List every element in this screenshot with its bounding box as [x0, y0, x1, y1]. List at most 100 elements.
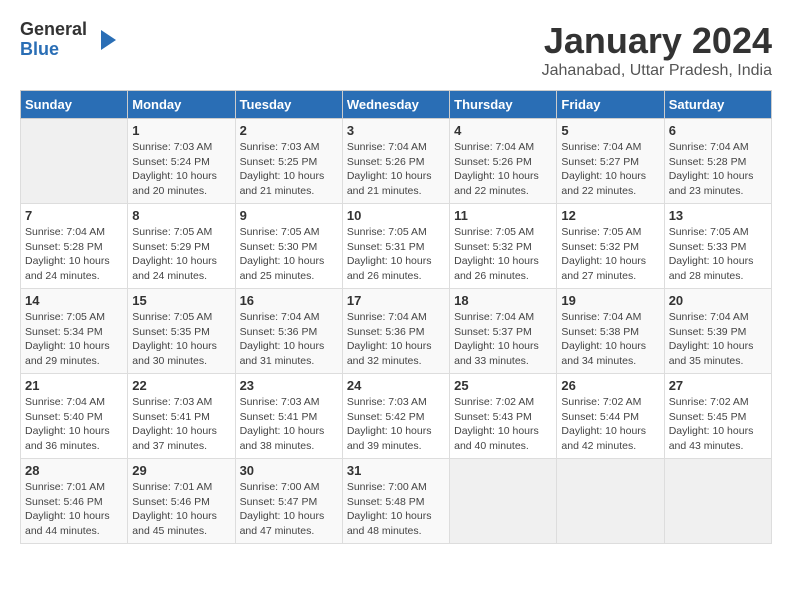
day-cell: 20 Sunrise: 7:04 AMSunset: 5:39 PMDaylig…: [664, 289, 771, 374]
day-info: Sunrise: 7:05 AMSunset: 5:33 PMDaylight:…: [669, 226, 754, 282]
col-header-wednesday: Wednesday: [342, 91, 449, 119]
day-info: Sunrise: 7:03 AMSunset: 5:24 PMDaylight:…: [132, 141, 217, 197]
day-info: Sunrise: 7:00 AMSunset: 5:47 PMDaylight:…: [240, 481, 325, 537]
day-number: 7: [25, 208, 123, 223]
logo-blue-text: Blue: [20, 40, 87, 60]
day-cell: 16 Sunrise: 7:04 AMSunset: 5:36 PMDaylig…: [235, 289, 342, 374]
day-info: Sunrise: 7:00 AMSunset: 5:48 PMDaylight:…: [347, 481, 432, 537]
col-header-sunday: Sunday: [21, 91, 128, 119]
day-info: Sunrise: 7:03 AMSunset: 5:42 PMDaylight:…: [347, 396, 432, 452]
day-info: Sunrise: 7:04 AMSunset: 5:28 PMDaylight:…: [669, 141, 754, 197]
day-info: Sunrise: 7:05 AMSunset: 5:32 PMDaylight:…: [454, 226, 539, 282]
day-cell: 21 Sunrise: 7:04 AMSunset: 5:40 PMDaylig…: [21, 374, 128, 459]
day-number: 1: [132, 123, 230, 138]
day-info: Sunrise: 7:05 AMSunset: 5:34 PMDaylight:…: [25, 311, 110, 367]
day-info: Sunrise: 7:02 AMSunset: 5:45 PMDaylight:…: [669, 396, 754, 452]
day-info: Sunrise: 7:01 AMSunset: 5:46 PMDaylight:…: [25, 481, 110, 537]
day-number: 15: [132, 293, 230, 308]
day-number: 13: [669, 208, 767, 223]
col-header-monday: Monday: [128, 91, 235, 119]
day-number: 26: [561, 378, 659, 393]
day-cell: 31 Sunrise: 7:00 AMSunset: 5:48 PMDaylig…: [342, 459, 449, 544]
day-info: Sunrise: 7:04 AMSunset: 5:36 PMDaylight:…: [240, 311, 325, 367]
week-row-5: 28 Sunrise: 7:01 AMSunset: 5:46 PMDaylig…: [21, 459, 772, 544]
day-cell: 15 Sunrise: 7:05 AMSunset: 5:35 PMDaylig…: [128, 289, 235, 374]
day-info: Sunrise: 7:04 AMSunset: 5:27 PMDaylight:…: [561, 141, 646, 197]
day-info: Sunrise: 7:02 AMSunset: 5:43 PMDaylight:…: [454, 396, 539, 452]
day-cell: 25 Sunrise: 7:02 AMSunset: 5:43 PMDaylig…: [450, 374, 557, 459]
day-number: 30: [240, 463, 338, 478]
day-number: 6: [669, 123, 767, 138]
day-cell: 22 Sunrise: 7:03 AMSunset: 5:41 PMDaylig…: [128, 374, 235, 459]
day-cell: 10 Sunrise: 7:05 AMSunset: 5:31 PMDaylig…: [342, 204, 449, 289]
day-cell: [21, 119, 128, 204]
day-info: Sunrise: 7:05 AMSunset: 5:30 PMDaylight:…: [240, 226, 325, 282]
col-header-friday: Friday: [557, 91, 664, 119]
day-cell: 4 Sunrise: 7:04 AMSunset: 5:26 PMDayligh…: [450, 119, 557, 204]
day-cell: 19 Sunrise: 7:04 AMSunset: 5:38 PMDaylig…: [557, 289, 664, 374]
day-cell: 2 Sunrise: 7:03 AMSunset: 5:25 PMDayligh…: [235, 119, 342, 204]
day-info: Sunrise: 7:03 AMSunset: 5:25 PMDaylight:…: [240, 141, 325, 197]
day-number: 8: [132, 208, 230, 223]
day-cell: 18 Sunrise: 7:04 AMSunset: 5:37 PMDaylig…: [450, 289, 557, 374]
page-header: General Blue January 2024 Jahanabad, Utt…: [20, 20, 772, 80]
day-cell: 27 Sunrise: 7:02 AMSunset: 5:45 PMDaylig…: [664, 374, 771, 459]
logo: General Blue: [20, 20, 121, 60]
day-info: Sunrise: 7:04 AMSunset: 5:40 PMDaylight:…: [25, 396, 110, 452]
day-info: Sunrise: 7:04 AMSunset: 5:36 PMDaylight:…: [347, 311, 432, 367]
day-number: 21: [25, 378, 123, 393]
day-cell: 7 Sunrise: 7:04 AMSunset: 5:28 PMDayligh…: [21, 204, 128, 289]
day-info: Sunrise: 7:05 AMSunset: 5:31 PMDaylight:…: [347, 226, 432, 282]
day-cell: 6 Sunrise: 7:04 AMSunset: 5:28 PMDayligh…: [664, 119, 771, 204]
day-number: 14: [25, 293, 123, 308]
day-number: 29: [132, 463, 230, 478]
day-cell: 14 Sunrise: 7:05 AMSunset: 5:34 PMDaylig…: [21, 289, 128, 374]
day-cell: 9 Sunrise: 7:05 AMSunset: 5:30 PMDayligh…: [235, 204, 342, 289]
day-cell: 26 Sunrise: 7:02 AMSunset: 5:44 PMDaylig…: [557, 374, 664, 459]
col-header-thursday: Thursday: [450, 91, 557, 119]
day-cell: [557, 459, 664, 544]
day-cell: 5 Sunrise: 7:04 AMSunset: 5:27 PMDayligh…: [557, 119, 664, 204]
day-number: 11: [454, 208, 552, 223]
day-info: Sunrise: 7:04 AMSunset: 5:39 PMDaylight:…: [669, 311, 754, 367]
week-row-1: 1 Sunrise: 7:03 AMSunset: 5:24 PMDayligh…: [21, 119, 772, 204]
day-number: 16: [240, 293, 338, 308]
day-cell: 24 Sunrise: 7:03 AMSunset: 5:42 PMDaylig…: [342, 374, 449, 459]
col-header-tuesday: Tuesday: [235, 91, 342, 119]
week-row-3: 14 Sunrise: 7:05 AMSunset: 5:34 PMDaylig…: [21, 289, 772, 374]
day-cell: 23 Sunrise: 7:03 AMSunset: 5:41 PMDaylig…: [235, 374, 342, 459]
day-number: 4: [454, 123, 552, 138]
day-info: Sunrise: 7:01 AMSunset: 5:46 PMDaylight:…: [132, 481, 217, 537]
day-cell: 29 Sunrise: 7:01 AMSunset: 5:46 PMDaylig…: [128, 459, 235, 544]
day-number: 5: [561, 123, 659, 138]
day-number: 24: [347, 378, 445, 393]
day-info: Sunrise: 7:05 AMSunset: 5:32 PMDaylight:…: [561, 226, 646, 282]
day-number: 25: [454, 378, 552, 393]
day-number: 31: [347, 463, 445, 478]
day-number: 9: [240, 208, 338, 223]
day-cell: 30 Sunrise: 7:00 AMSunset: 5:47 PMDaylig…: [235, 459, 342, 544]
day-cell: 28 Sunrise: 7:01 AMSunset: 5:46 PMDaylig…: [21, 459, 128, 544]
day-number: 28: [25, 463, 123, 478]
day-info: Sunrise: 7:04 AMSunset: 5:38 PMDaylight:…: [561, 311, 646, 367]
day-cell: [450, 459, 557, 544]
day-number: 18: [454, 293, 552, 308]
day-number: 17: [347, 293, 445, 308]
day-number: 27: [669, 378, 767, 393]
col-header-saturday: Saturday: [664, 91, 771, 119]
day-number: 20: [669, 293, 767, 308]
day-cell: [664, 459, 771, 544]
logo-general-text: General: [20, 20, 87, 40]
day-info: Sunrise: 7:03 AMSunset: 5:41 PMDaylight:…: [240, 396, 325, 452]
day-cell: 3 Sunrise: 7:04 AMSunset: 5:26 PMDayligh…: [342, 119, 449, 204]
day-number: 10: [347, 208, 445, 223]
day-cell: 8 Sunrise: 7:05 AMSunset: 5:29 PMDayligh…: [128, 204, 235, 289]
day-cell: 11 Sunrise: 7:05 AMSunset: 5:32 PMDaylig…: [450, 204, 557, 289]
day-info: Sunrise: 7:05 AMSunset: 5:35 PMDaylight:…: [132, 311, 217, 367]
day-info: Sunrise: 7:05 AMSunset: 5:29 PMDaylight:…: [132, 226, 217, 282]
day-cell: 13 Sunrise: 7:05 AMSunset: 5:33 PMDaylig…: [664, 204, 771, 289]
month-title: January 2024: [542, 20, 772, 62]
day-number: 12: [561, 208, 659, 223]
location: Jahanabad, Uttar Pradesh, India: [542, 62, 772, 80]
day-cell: 12 Sunrise: 7:05 AMSunset: 5:32 PMDaylig…: [557, 204, 664, 289]
